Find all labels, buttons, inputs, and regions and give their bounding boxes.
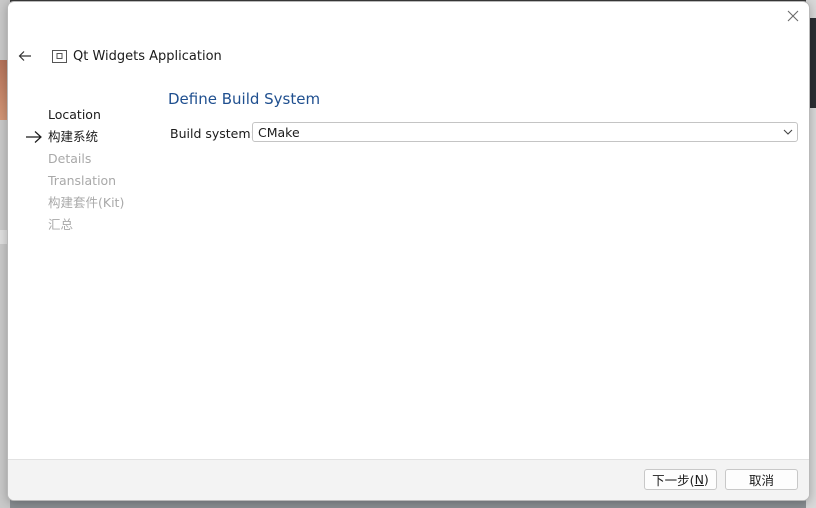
back-arrow-icon [18,51,31,61]
next-mnemonic: N [694,472,704,487]
step-build-system: 构建系统 [23,126,124,148]
build-system-combobox[interactable]: CMake [252,122,798,142]
build-system-value: CMake [258,124,300,140]
build-system-label: Build system: [170,126,255,141]
step-label: Details [48,151,92,166]
wizard-title: Qt Widgets Application [73,48,222,64]
step-label: Location [48,107,101,122]
step-summary: 汇总 [23,214,124,236]
step-location: Location [23,104,124,126]
wizard-footer: 下一步(N) 取消 [8,459,809,500]
step-label: 构建套件(Kit) [48,195,125,210]
step-label: Translation [48,173,117,188]
next-label-suffix: ) [703,472,709,487]
wizard-header: Qt Widgets Application [16,46,222,66]
cancel-label: 取消 [748,473,774,488]
arrow-right-icon [26,131,42,143]
close-button[interactable] [785,8,801,24]
step-translation: Translation [23,170,124,192]
step-details: Details [23,148,124,170]
step-label: 汇总 [48,217,74,232]
chevron-down-icon [779,123,797,141]
wizard-steps-list: Location 构建系统 Details Translation 构建套件(K… [23,104,124,236]
close-icon [787,10,799,22]
back-button[interactable] [16,47,34,65]
next-button[interactable]: 下一步(N) [644,469,717,490]
step-kits: 构建套件(Kit) [23,192,124,214]
cancel-button[interactable]: 取消 [725,469,798,490]
next-label-prefix: 下一步( [652,473,695,488]
step-label: 构建系统 [48,129,99,144]
qt-project-icon [52,49,67,63]
page-title: Define Build System [168,90,321,108]
new-project-wizard-dialog: Qt Widgets Application Location 构建系统 Det… [7,1,810,501]
